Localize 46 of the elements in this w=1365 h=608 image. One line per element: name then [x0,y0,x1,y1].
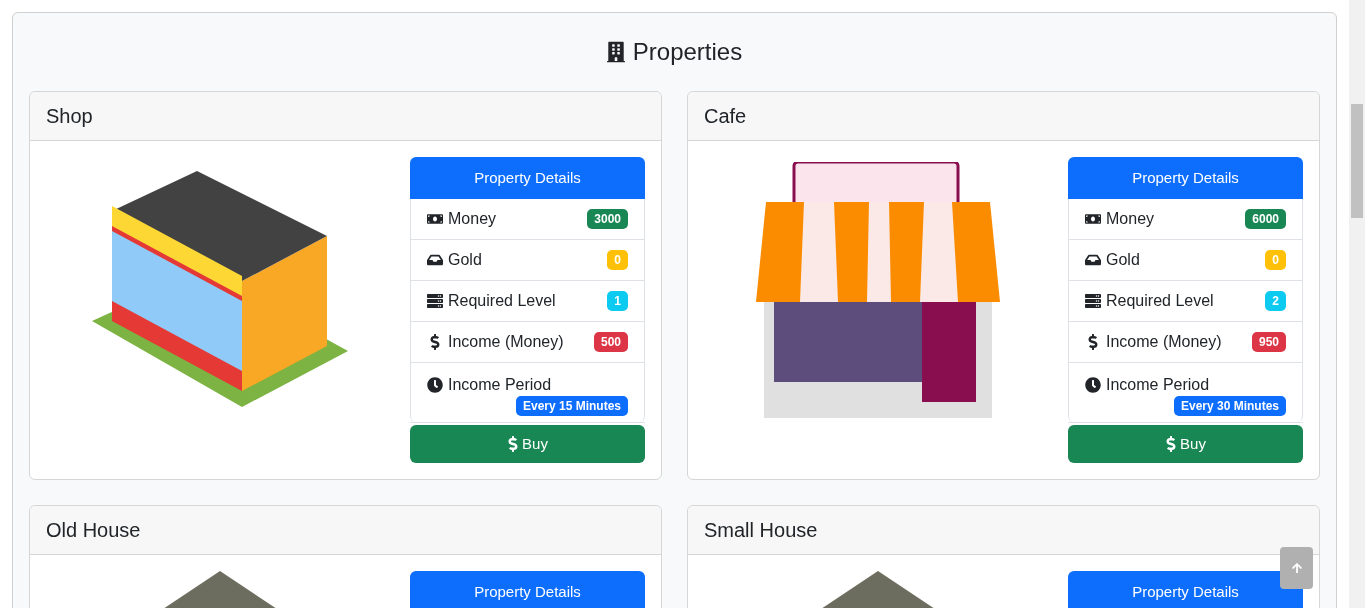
value-badge: Every 30 Minutes [1173,396,1286,416]
details-header: Property Details [1068,157,1303,199]
value-badge: 0 [607,250,628,270]
value-badge: 500 [593,332,628,352]
banknote-icon [427,211,443,227]
page-title: Properties [632,37,743,67]
dollar-icon [1165,436,1178,452]
value-badge: 1 [607,291,628,311]
server-icon [427,293,443,309]
inbox-icon [1085,252,1101,268]
buy-button[interactable]: Buy [1068,425,1303,463]
value-badge: 950 [1251,332,1286,352]
value-badge: Every 15 Minutes [515,396,628,416]
detail-label: Required Level [1106,291,1214,311]
property-name: Old House [46,518,141,543]
value-badge: 2 [1265,291,1286,311]
server-icon [1085,293,1101,309]
value-badge: 6000 [1245,209,1286,229]
detail-label: Money [448,209,497,229]
clock-icon [1085,377,1101,393]
detail-label: Gold [448,250,482,270]
detail-label: Money [1106,209,1155,229]
detail-label: Gold [1106,250,1140,270]
building-icon [606,41,625,63]
banknote-icon [1085,211,1101,227]
value-badge: 0 [1265,250,1286,270]
detail-label: Income (Money) [448,332,564,352]
detail-label: Required Level [448,291,556,311]
detail-label: Income Period [1106,375,1210,395]
clock-icon [427,377,443,393]
scroll-to-top-button[interactable] [1280,547,1313,589]
up-arrow-icon [1291,562,1302,574]
buy-button[interactable]: Buy [410,425,645,463]
detail-label: Income Period [448,375,552,395]
details-header: Property Details [1068,571,1303,608]
inbox-icon [427,252,443,268]
property-name: Cafe [704,104,747,129]
dollar-icon [507,436,520,452]
scrollbar[interactable] [1349,0,1365,608]
detail-label: Income (Money) [1106,332,1222,352]
details-header: Property Details [410,157,645,199]
property-name: Small House [704,518,818,543]
value-badge: 3000 [587,209,628,229]
property-name: Shop [46,104,93,129]
details-header: Property Details [410,571,645,608]
scrollbar-thumb[interactable] [1351,104,1363,218]
